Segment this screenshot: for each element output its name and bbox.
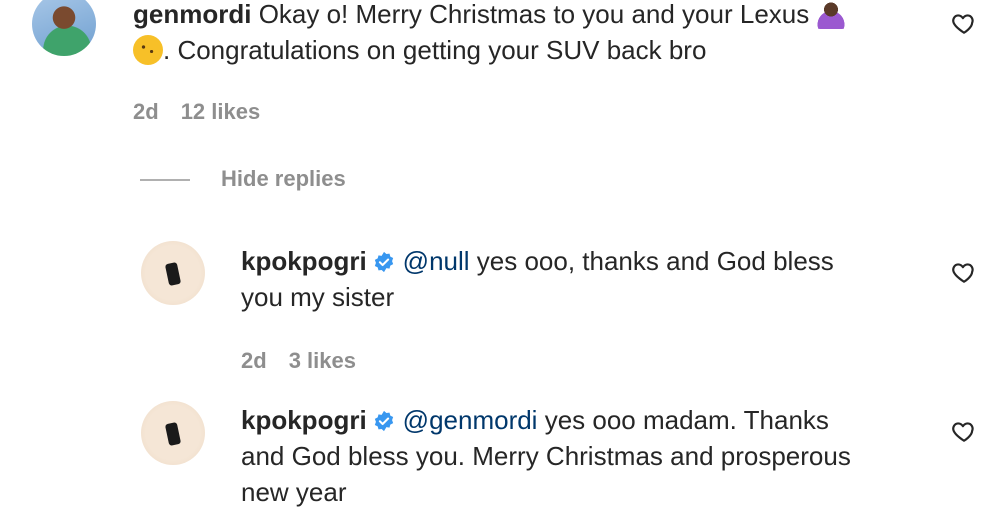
reply-mention[interactable]: @genmordi bbox=[403, 405, 538, 435]
like-heart-icon[interactable] bbox=[951, 418, 977, 444]
reply-username[interactable]: kpokpogri bbox=[241, 246, 367, 276]
comment-text-line1: Okay o! Merry Christmas to you and your … bbox=[258, 0, 810, 29]
reply-time[interactable]: 2d bbox=[241, 348, 267, 373]
reply-text-line3: new year bbox=[241, 477, 347, 507]
reply-text-line2: and God bless you. Merry Christmas and p… bbox=[241, 441, 851, 471]
verified-badge-icon bbox=[374, 410, 393, 432]
like-heart-icon[interactable] bbox=[951, 10, 977, 36]
reply-username[interactable]: kpokpogri bbox=[241, 405, 367, 435]
commenter-avatar[interactable] bbox=[32, 0, 96, 56]
comment-username[interactable]: genmordi bbox=[133, 0, 251, 29]
woman-shrugging-emoji-icon bbox=[816, 0, 847, 29]
reply-likes[interactable]: 3 likes bbox=[289, 348, 356, 373]
phone-icon bbox=[164, 261, 182, 287]
reply-text-line1: yes ooo madam. Thanks bbox=[537, 405, 829, 435]
reply-body: kpokpogri @genmordi yes ooo madam. Thank… bbox=[241, 402, 901, 438]
comment-body: genmordi Okay o! Merry Christmas to you … bbox=[133, 0, 933, 32]
rolling-on-floor-laughing-emoji-icon bbox=[133, 35, 163, 65]
comment-meta: 2d 12 likes bbox=[133, 99, 282, 125]
hide-replies-button[interactable]: Hide replies bbox=[221, 166, 346, 192]
comment-body-line2: . Congratulations on getting your SUV ba… bbox=[133, 32, 933, 68]
reply-avatar[interactable] bbox=[141, 401, 205, 465]
reply-mention[interactable]: @null bbox=[403, 246, 470, 276]
like-heart-icon[interactable] bbox=[951, 259, 977, 285]
replies-divider bbox=[140, 179, 190, 181]
comment-text-line2: . Congratulations on getting your SUV ba… bbox=[163, 35, 707, 65]
reply-meta: 2d 3 likes bbox=[241, 348, 378, 374]
reply-text-line2: you my sister bbox=[241, 282, 395, 312]
reply-text-line1: yes ooo, thanks and God bless bbox=[469, 246, 834, 276]
verified-badge-icon bbox=[374, 251, 393, 273]
phone-icon bbox=[164, 421, 182, 447]
comment-time[interactable]: 2d bbox=[133, 99, 159, 124]
reply-body: kpokpogri @null yes ooo, thanks and God … bbox=[241, 243, 901, 279]
comment-likes[interactable]: 12 likes bbox=[181, 99, 261, 124]
reply-avatar[interactable] bbox=[141, 241, 205, 305]
